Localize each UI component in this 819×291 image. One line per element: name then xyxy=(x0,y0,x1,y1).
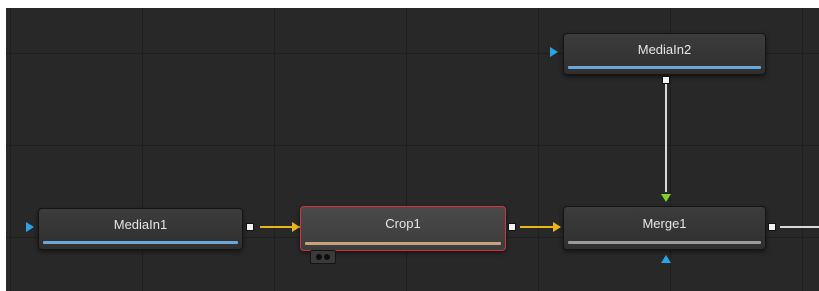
node-merge1-label: Merge1 xyxy=(642,216,687,231)
merge1-foreground-input-arrow-icon[interactable] xyxy=(661,194,671,202)
cache-indicator-icon xyxy=(310,250,336,264)
wire-merge1-output[interactable] xyxy=(780,226,819,228)
merge1-output-port[interactable] xyxy=(768,223,776,231)
node-mediain2-label: MediaIn2 xyxy=(637,42,692,57)
node-merge1[interactable]: Merge1 xyxy=(563,206,766,250)
node-mediain1[interactable]: MediaIn1 xyxy=(38,208,243,250)
merge1-background-input-arrow-icon[interactable] xyxy=(553,222,561,232)
mediain1-input-arrow-icon[interactable] xyxy=(26,222,34,232)
node-editor-canvas[interactable]: MediaIn1 Crop1 MediaIn2 Merge1 xyxy=(6,8,819,291)
mediain2-input-arrow-icon[interactable] xyxy=(550,47,558,57)
node-crop1[interactable]: Crop1 xyxy=(300,206,506,251)
node-merge1-status-bar xyxy=(568,241,761,244)
mediain1-output-port[interactable] xyxy=(246,223,254,231)
merge1-effect-mask-input-icon[interactable] xyxy=(661,255,671,263)
wire-mediain2-to-merge1[interactable] xyxy=(665,82,667,192)
node-crop1-label: Crop1 xyxy=(385,216,421,231)
node-mediain1-label: MediaIn1 xyxy=(113,217,168,232)
crop1-output-port[interactable] xyxy=(508,223,516,231)
crop1-input-arrow-icon[interactable] xyxy=(292,222,300,232)
node-mediain1-status-bar xyxy=(43,241,238,244)
node-crop1-status-bar xyxy=(305,242,501,245)
node-mediain2-status-bar xyxy=(568,66,761,69)
node-mediain2[interactable]: MediaIn2 xyxy=(563,33,766,75)
mediain2-output-port[interactable] xyxy=(662,76,670,84)
